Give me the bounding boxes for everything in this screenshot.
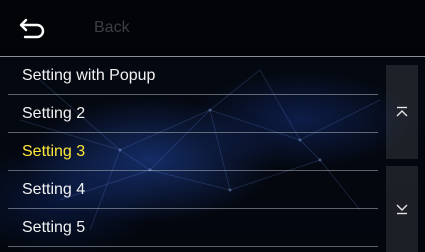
setting-label: Setting 2 — [22, 105, 86, 122]
scroll-to-bottom-icon — [396, 204, 408, 215]
setting-label: Setting 3 — [22, 143, 86, 160]
setting-row-popup[interactable]: Setting with Popup — [0, 57, 378, 95]
setting-row-3[interactable]: Setting 3 — [0, 133, 378, 171]
return-arrow-icon — [19, 18, 45, 39]
back-button[interactable]: Back — [12, 10, 152, 46]
setting-label: Setting 5 — [22, 219, 86, 236]
scroll-up-button[interactable] — [386, 65, 418, 159]
scroll-down-button[interactable] — [386, 166, 418, 252]
setting-row-4[interactable]: Setting 4 — [0, 171, 378, 209]
settings-list: Setting with Popup Setting 2 Setting 3 S… — [0, 57, 378, 247]
setting-label: Setting 4 — [22, 181, 86, 198]
top-bar: Back — [0, 0, 425, 57]
setting-label: Setting with Popup — [22, 67, 156, 84]
back-label: Back — [94, 19, 130, 36]
settings-screen: Back Setting with Popup Setting 2 Settin… — [0, 0, 425, 252]
setting-row-2[interactable]: Setting 2 — [0, 95, 378, 133]
setting-row-5[interactable]: Setting 5 — [0, 209, 378, 247]
scroll-to-top-icon — [396, 106, 408, 117]
